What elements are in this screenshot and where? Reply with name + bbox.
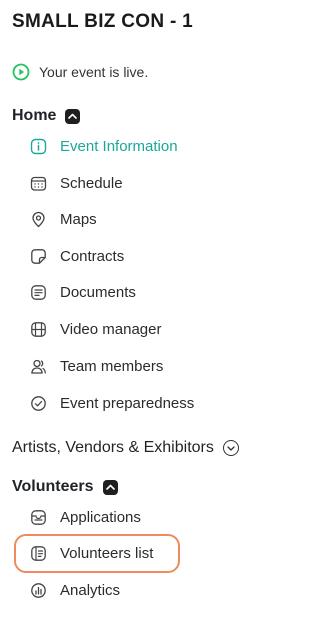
application-icon: [30, 509, 47, 526]
section-home-label: Home: [12, 107, 57, 124]
sidebar-item-documents[interactable]: Documents: [30, 280, 270, 304]
sidebar-item-label: Maps: [60, 210, 97, 228]
sidebar-item-maps[interactable]: Maps: [30, 207, 270, 231]
sidebar-item-analytics[interactable]: Analytics: [30, 578, 270, 602]
sidebar-item-label: Applications: [60, 508, 141, 526]
sidebar-item-label: Event preparedness: [60, 394, 195, 412]
map-pin-icon: [30, 211, 47, 228]
section-volunteers-label: Volunteers: [12, 478, 94, 495]
live-play-icon: [12, 63, 30, 81]
sidebar-item-event-information[interactable]: Event Information: [30, 134, 270, 158]
event-status: Your event is live.: [12, 62, 148, 82]
section-volunteers[interactable]: Volunteers: [12, 476, 118, 498]
sidebar-item-label: Documents: [60, 283, 136, 301]
chevron-down-icon[interactable]: [222, 440, 239, 456]
sidebar-item-video-manager[interactable]: Video manager: [30, 317, 270, 341]
highlight-outline: [14, 534, 180, 573]
analytics-icon: [30, 582, 47, 599]
sidebar-item-label: Event Information: [60, 137, 178, 155]
section-artists-label: Artists, Vendors & Exhibitors: [12, 439, 214, 456]
check-circle-icon: [30, 395, 47, 412]
sidebar-item-label: Team members: [60, 357, 164, 375]
film-icon: [30, 321, 47, 338]
contract-icon: [30, 248, 47, 265]
info-icon: [30, 138, 47, 155]
sidebar-item-schedule[interactable]: Schedule: [30, 171, 270, 195]
section-artists-vendors-exhibitors[interactable]: Artists, Vendors & Exhibitors: [12, 437, 239, 459]
sidebar-item-event-preparedness[interactable]: Event preparedness: [30, 391, 270, 415]
sidebar-item-label: Schedule: [60, 174, 123, 192]
team-icon: [30, 358, 47, 375]
sidebar-item-label: Video manager: [60, 320, 162, 338]
sidebar-item-applications[interactable]: Applications: [30, 505, 270, 529]
document-icon: [30, 284, 47, 301]
chevron-up-icon[interactable]: [102, 479, 118, 495]
event-title: SMALL BIZ CON - 1: [12, 11, 194, 32]
chevron-up-icon[interactable]: [65, 108, 81, 124]
sidebar-item-team-members[interactable]: Team members: [30, 354, 270, 378]
sidebar-item-contracts[interactable]: Contracts: [30, 244, 270, 268]
sidebar-item-label: Analytics: [60, 581, 121, 599]
sidebar-item-label: Contracts: [60, 247, 125, 265]
calendar-icon: [30, 175, 47, 192]
section-home[interactable]: Home: [12, 105, 81, 127]
event-status-text: Your event is live.: [39, 64, 149, 80]
